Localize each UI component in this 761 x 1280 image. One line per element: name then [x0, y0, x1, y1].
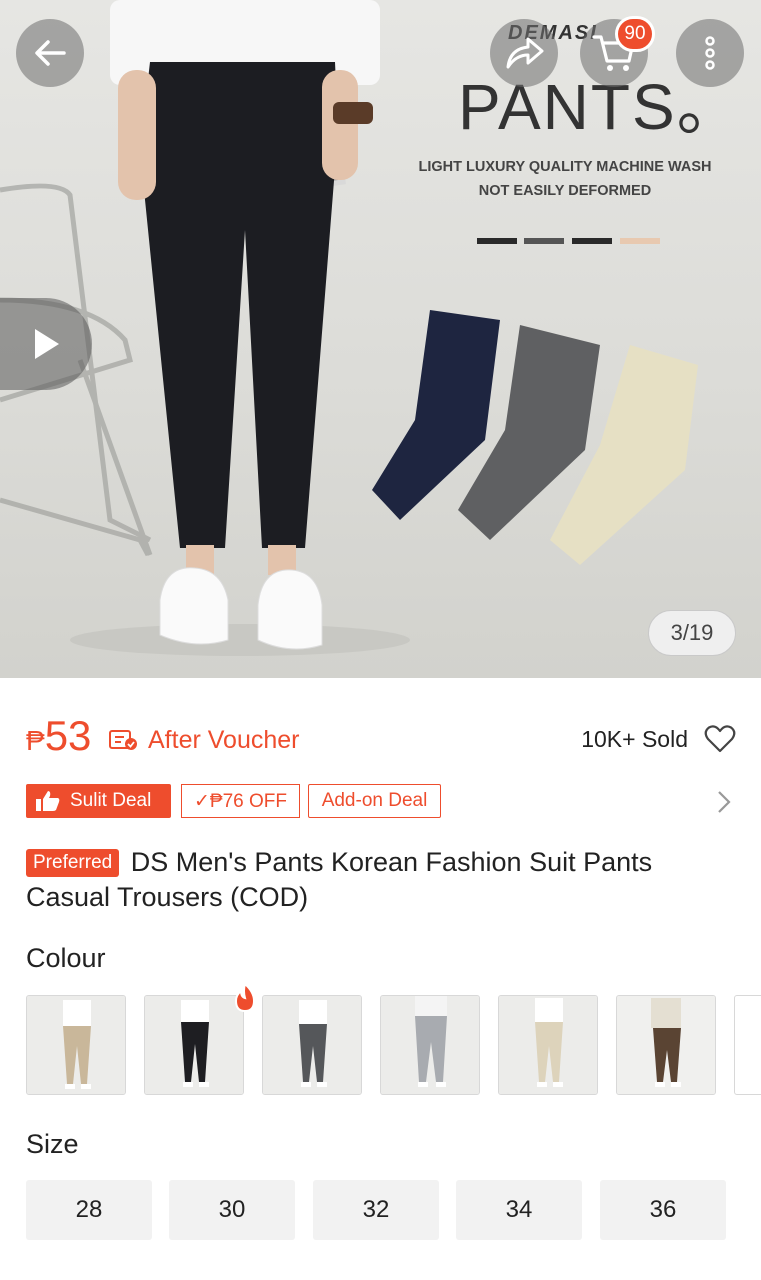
size-label: Size — [26, 1129, 79, 1159]
colour-options — [26, 983, 761, 1095]
price-amount: 53 — [44, 712, 92, 759]
thumbs-up-icon — [36, 791, 60, 811]
preferred-badge: Preferred — [26, 849, 120, 877]
deal-tags-row[interactable]: Sulit Deal ✓₱76 OFF Add-on Deal — [26, 784, 736, 818]
size-option-30[interactable]: 30 — [169, 1180, 295, 1240]
size-option-34[interactable]: 34 — [456, 1180, 582, 1240]
addon-deal-tag: Add-on Deal — [308, 784, 441, 818]
discount-tag: ✓₱76 OFF — [181, 784, 300, 818]
sulit-deal-tag: Sulit Deal — [26, 784, 171, 818]
share-icon — [506, 37, 544, 69]
colour-option-dark-grey[interactable] — [262, 995, 362, 1095]
more-vertical-icon — [705, 36, 715, 70]
colour-label: Colour — [26, 943, 106, 973]
price-row: ₱53 After Voucher 10K+ Sold — [26, 712, 736, 764]
product-title: Preferred DS Men's Pants Korean Fashion … — [26, 845, 726, 915]
more-options-button[interactable] — [676, 19, 744, 87]
price: ₱53 — [26, 712, 91, 760]
chevron-right-icon — [718, 791, 731, 813]
product-title-text: DS Men's Pants Korean Fashion Suit Pants… — [26, 847, 653, 912]
colour-option-black[interactable] — [144, 995, 244, 1095]
size-option-32[interactable]: 32 — [313, 1180, 439, 1240]
hero-subtitle-1: LIGHT LUXURY QUALITY MACHINE WASH — [418, 159, 712, 175]
sulit-deal-label: Sulit Deal — [70, 790, 152, 811]
heart-icon[interactable] — [704, 724, 736, 754]
play-icon — [35, 329, 59, 359]
play-video-button[interactable] — [0, 298, 92, 390]
colour-option-light-grey[interactable] — [380, 995, 480, 1095]
size-option-28[interactable]: 28 — [26, 1180, 152, 1240]
back-button[interactable] — [16, 19, 84, 87]
size-option-36[interactable]: 36 — [600, 1180, 726, 1240]
price-currency: ₱ — [26, 725, 45, 756]
flame-icon — [234, 983, 256, 1013]
after-voucher-label: After Voucher — [148, 726, 300, 754]
colour-option-brown[interactable] — [616, 995, 716, 1095]
size-options: 28 30 32 34 36 — [26, 1180, 761, 1242]
colour-option-more[interactable] — [734, 995, 761, 1095]
product-image-carousel[interactable]: DEMASI PANTS。 LIGHT LUXURY QUALITY MACHI… — [0, 0, 761, 678]
hero-subtitle-2: NOT EASILY DEFORMED — [478, 183, 652, 199]
voucher-icon — [109, 730, 137, 750]
share-button[interactable] — [490, 19, 558, 87]
colour-option-khaki[interactable] — [26, 995, 126, 1095]
image-counter: 3/19 — [648, 610, 736, 656]
sold-count: 10K+ Sold — [581, 726, 688, 752]
cart-count-badge: 90 — [615, 16, 655, 52]
colour-option-beige[interactable] — [498, 995, 598, 1095]
arrow-left-icon — [35, 40, 66, 66]
